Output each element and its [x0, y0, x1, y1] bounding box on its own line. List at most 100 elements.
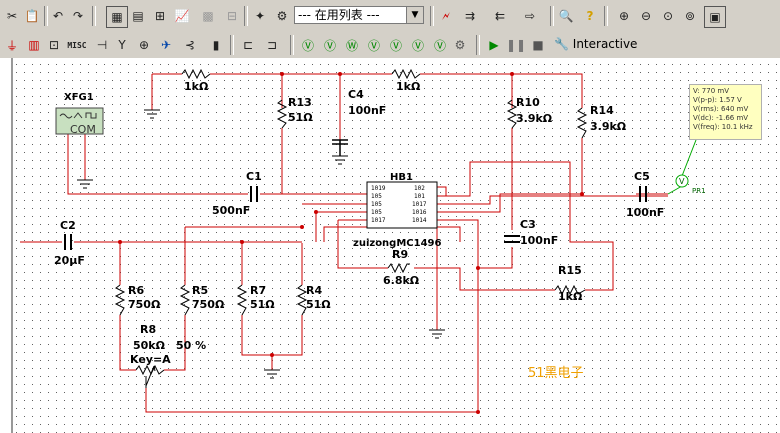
cmos-icon[interactable]: ▮ — [206, 35, 226, 55]
label-c2-ref: C2 — [60, 219, 76, 232]
probe-vfreq: V(freq): 10.1 kHz — [693, 123, 753, 131]
interactive-mode-button[interactable]: 🔧 Interactive — [554, 37, 637, 51]
label-r10-value: 3.9kΩ — [516, 112, 553, 125]
in-use-list-select[interactable]: --- 在用列表 --- ▼ — [294, 6, 424, 24]
label-c1-ref: C1 — [246, 170, 262, 183]
label-r-top-left-value: 1kΩ — [184, 80, 209, 93]
label-r5-value: 750Ω — [192, 298, 225, 311]
schematic-workspace[interactable]: 1kΩ 1kΩ R13 51Ω C4 100nF R10 3.9kΩ R14 3… — [0, 58, 780, 433]
netlist-icon[interactable]: ⊟ — [222, 6, 242, 26]
svg-text:1016: 1016 — [412, 209, 427, 216]
probe-voltage: V: 770 mV — [693, 87, 729, 95]
search-icon[interactable]: 🔍 — [556, 6, 576, 26]
instrument-multimeter-icon[interactable]: Ⓥ — [298, 35, 318, 55]
back-annotate-icon[interactable]: ⇉ — [460, 6, 480, 26]
grapher-icon[interactable]: 📈 — [172, 6, 192, 26]
transfer-icon[interactable]: ⇨ — [520, 6, 540, 26]
label-hb1-ref: HB1 — [390, 172, 413, 183]
toolbar-separator — [92, 6, 96, 26]
svg-text:1014: 1014 — [412, 217, 427, 224]
label-xfg1-com: COM — [70, 123, 96, 136]
instrument-dc-icon[interactable]: Ⓥ — [408, 35, 428, 55]
electromechanical-icon[interactable]: ✈ — [156, 35, 176, 55]
settings-gear-icon[interactable]: ⚙ — [450, 35, 470, 55]
instrument-ac-icon[interactable]: Ⓥ — [386, 35, 406, 55]
database-icon[interactable]: ⊞ — [150, 6, 170, 26]
probe-vrms: V(rms): 640 mV — [693, 105, 749, 113]
label-r4-ref: R4 — [306, 284, 322, 297]
svg-text:105: 105 — [371, 193, 382, 200]
transistor-icon[interactable]: ⊰ — [180, 35, 200, 55]
label-c3-value: 100nF — [520, 234, 558, 247]
bus-icon[interactable]: ⊐ — [262, 35, 282, 55]
label-r8-percent: 50 % — [176, 339, 206, 352]
pause-simulation-icon[interactable]: ❚❚ — [506, 35, 526, 55]
cut-icon[interactable]: ✂ — [2, 6, 22, 26]
label-r9-value: 6.8kΩ — [383, 274, 420, 287]
label-probe-symbol: V — [679, 177, 685, 186]
stop-simulation-icon[interactable]: ■ — [528, 35, 548, 55]
chevron-down-icon[interactable]: ▼ — [406, 7, 423, 23]
instrument-voltage-icon[interactable]: Ⓥ — [364, 35, 384, 55]
erc-icon[interactable]: 🗲 — [436, 6, 456, 26]
svg-text:105: 105 — [371, 201, 382, 208]
toolbar-separator — [430, 6, 434, 26]
label-c5-ref: C5 — [634, 170, 650, 183]
svg-text:1019: 1019 — [371, 185, 386, 192]
main-toolbar: ✂ 📋 ↶ ↷ ▦ ▤ ⊞ 📈 ▩ ⊟ ✦ ⚙ --- 在用列表 --- ▼ 🗲… — [0, 0, 780, 33]
toolbar-separator — [476, 35, 480, 55]
label-r6-ref: R6 — [128, 284, 144, 297]
hierarchical-block-icon[interactable]: ⊏ — [238, 35, 258, 55]
label-c1-value: 500nF — [212, 204, 250, 217]
zoom-in-icon[interactable]: ⊕ — [614, 6, 634, 26]
help-icon[interactable]: ? — [580, 6, 600, 26]
toolbar-separator — [230, 35, 234, 55]
label-r10-ref: R10 — [516, 96, 540, 109]
label-c3-ref: C3 — [520, 218, 536, 231]
label-r4-value: 51Ω — [306, 298, 331, 311]
svg-text:102: 102 — [414, 185, 425, 192]
design-toolbox-icon[interactable]: ▦ — [106, 6, 128, 28]
label-r7-value: 51Ω — [250, 298, 275, 311]
label-probe-ref: PR1 — [692, 187, 706, 195]
watermark: 51黑电子 — [528, 366, 584, 381]
spreadsheet-icon[interactable]: ▤ — [128, 6, 148, 26]
toolbar-separator — [290, 35, 294, 55]
label-r13-value: 51Ω — [288, 111, 313, 124]
rf-icon[interactable]: ⊕ — [134, 35, 154, 55]
paste-icon[interactable]: 📋 — [22, 6, 42, 26]
instrument-wattmeter-icon[interactable]: Ⓦ — [342, 35, 362, 55]
fullscreen-icon[interactable]: ▣ — [704, 6, 726, 28]
diode-icon[interactable]: ⊣ — [92, 35, 112, 55]
run-simulation-icon[interactable]: ▶ — [484, 35, 504, 55]
component-wizard-icon[interactable]: ⚙ — [272, 6, 292, 26]
zoom-out-icon[interactable]: ⊖ — [636, 6, 656, 26]
zoom-fit-icon[interactable]: ⊚ — [680, 6, 700, 26]
undo-icon[interactable]: ↶ — [48, 6, 68, 26]
wrench-icon: 🔧 — [554, 37, 569, 51]
label-c2-value: 20μF — [54, 254, 85, 267]
label-c5-value: 100nF — [626, 206, 664, 219]
instrument-probe-icon[interactable]: Ⓥ — [430, 35, 450, 55]
redo-icon[interactable]: ↷ — [68, 6, 88, 26]
schematic-canvas[interactable]: 1kΩ 1kΩ R13 51Ω C4 100nF R10 3.9kΩ R14 3… — [0, 58, 780, 433]
misc-icon[interactable]: MISC — [64, 35, 90, 55]
source-icon[interactable]: ⏚ — [2, 35, 22, 55]
svg-text:1017: 1017 — [371, 217, 386, 224]
label-r5-ref: R5 — [192, 284, 208, 297]
basic-icon[interactable]: ▥ — [24, 35, 44, 55]
zoom-area-icon[interactable]: ⊙ — [658, 6, 678, 26]
antenna-icon[interactable]: Y — [112, 35, 132, 55]
label-r7-ref: R7 — [250, 284, 266, 297]
svg-text:1017: 1017 — [412, 201, 427, 208]
label-r9-ref: R9 — [392, 248, 408, 261]
label-r8-key: Key=A — [130, 353, 171, 366]
component-toolbar: ⏚ ▥ ⊡ MISC ⊣ Y ⊕ ✈ ⊰ ▮ ⊏ ⊐ Ⓥ Ⓥ Ⓦ Ⓥ Ⓥ Ⓥ Ⓥ… — [0, 32, 780, 59]
instrument-ammeter-icon[interactable]: Ⓥ — [320, 35, 340, 55]
svg-text:105: 105 — [371, 209, 382, 216]
new-component-icon[interactable]: ✦ — [250, 6, 270, 26]
postprocessor-icon[interactable]: ▩ — [198, 6, 218, 26]
label-r14-ref: R14 — [590, 104, 614, 117]
indicator-icon[interactable]: ⊡ — [44, 35, 64, 55]
forward-annotate-icon[interactable]: ⇇ — [490, 6, 510, 26]
